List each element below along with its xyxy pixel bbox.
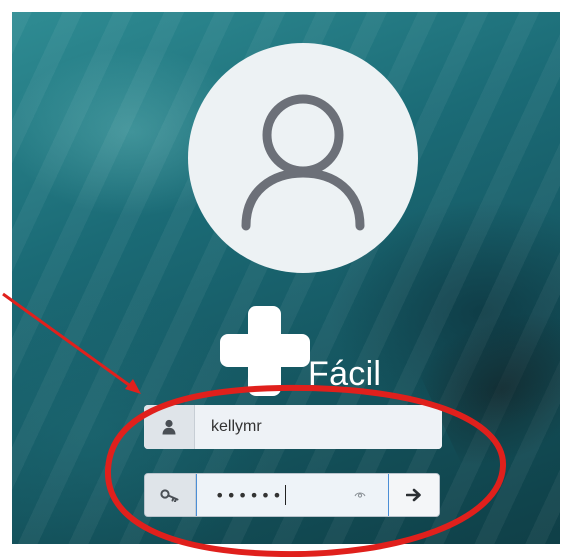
submit-button[interactable] — [389, 474, 439, 516]
text-caret — [284, 485, 286, 505]
password-addon — [145, 474, 196, 516]
brand-name: Fácil — [308, 355, 382, 393]
brand-logo: Fácil — [220, 306, 400, 396]
password-input[interactable]: •••••• — [196, 474, 389, 516]
arrow-right-icon — [406, 488, 421, 502]
eye-icon[interactable] — [354, 489, 366, 499]
password-value: •••••• — [215, 485, 284, 505]
login-background: Fácil •••••• — [12, 12, 560, 544]
plus-logo-icon — [220, 306, 310, 396]
username-input[interactable] — [195, 405, 442, 449]
key-icon — [160, 489, 179, 502]
username-field — [144, 405, 442, 449]
avatar — [188, 43, 418, 273]
username-addon — [144, 405, 195, 449]
user-icon — [162, 419, 176, 435]
user-outline-icon — [241, 94, 365, 231]
password-field: •••••• — [144, 473, 440, 517]
swimmer-silhouette — [410, 282, 560, 482]
